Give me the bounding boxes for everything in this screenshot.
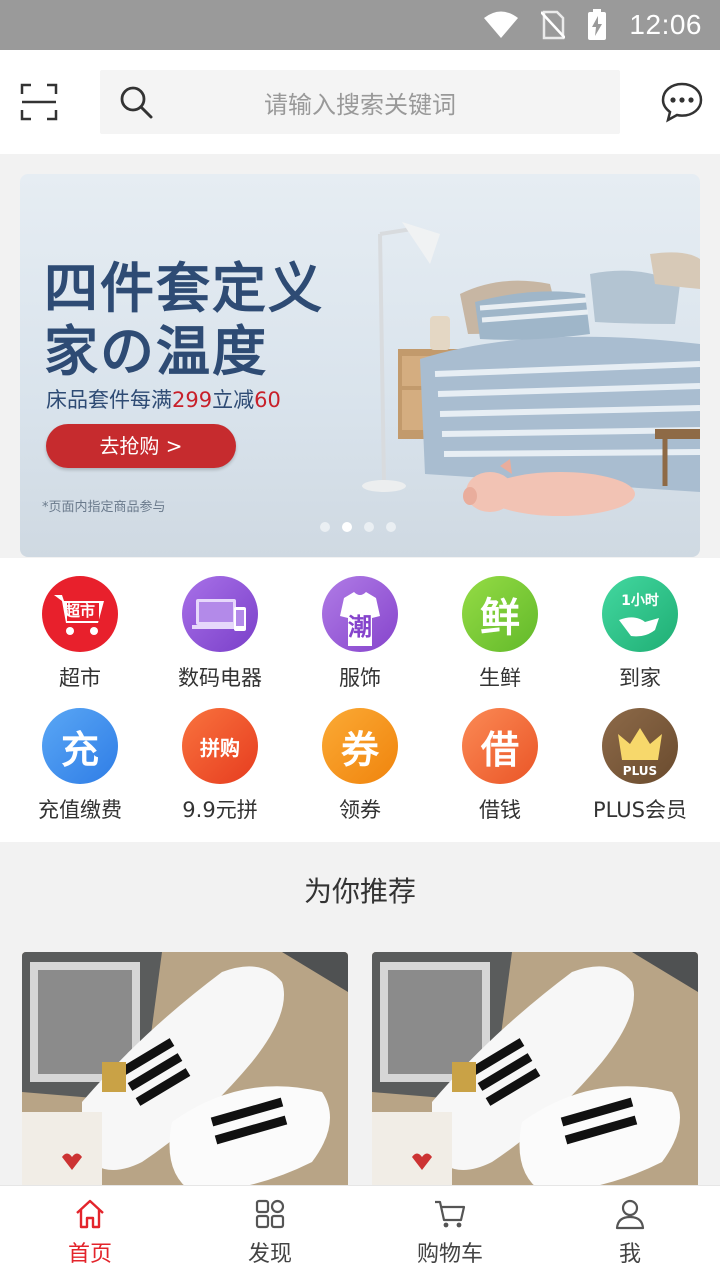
category-label: PLUS会员	[592, 798, 688, 822]
category-recharge[interactable]: 充 充值缴费	[10, 690, 150, 822]
tab-cart[interactable]: 购物车	[360, 1186, 540, 1280]
category-borrow[interactable]: 借 借钱	[430, 690, 570, 822]
discover-grid-icon	[255, 1199, 285, 1229]
section-title: 为你推荐	[303, 875, 416, 908]
coupon-icon: 券	[322, 708, 398, 784]
category-digital[interactable]: 数码电器	[150, 558, 290, 690]
category-coupon[interactable]: 券 领券	[290, 690, 430, 822]
category-label: 借钱	[479, 798, 521, 822]
category-label: 9.9元拼	[182, 798, 258, 822]
tab-label: 购物车	[416, 1242, 483, 1267]
category-label: 生鲜	[479, 666, 521, 690]
fresh-food-icon: 鲜	[462, 576, 538, 652]
category-label: 到家	[619, 666, 661, 690]
carousel-dot[interactable]	[320, 522, 330, 532]
carousel-indicator	[320, 522, 396, 532]
category-label: 领券	[339, 798, 381, 822]
message-icon[interactable]	[660, 80, 704, 124]
tab-label: 首页	[67, 1242, 112, 1267]
search-placeholder: 请输入搜索关键词	[264, 90, 456, 119]
search-icon	[120, 86, 153, 119]
banner-section: 四件套定义 家の温度 床品套件每满299立减60 去抢购 > *页面内指定商品参…	[0, 154, 720, 558]
no-sim-icon	[541, 10, 566, 40]
carousel-dot[interactable]	[364, 522, 374, 532]
category-label: 数码电器	[178, 666, 262, 690]
status-time: 12:06	[629, 9, 702, 40]
supermarket-cart-icon: 超市	[42, 576, 118, 652]
promo-banner[interactable]: 四件套定义 家の温度 床品套件每满299立减60 去抢购 > *页面内指定商品参…	[20, 174, 700, 557]
bedroom-illustration	[362, 222, 700, 516]
category-supermarket[interactable]: 超市 超市	[10, 558, 150, 690]
product-image	[372, 952, 698, 1192]
category-plus[interactable]: PLUS PLUS会员	[570, 690, 710, 822]
category-group-buy[interactable]: 拼购 9.9元拼	[150, 690, 290, 822]
category-fresh[interactable]: 鲜 生鲜	[430, 558, 570, 690]
carousel-dot-active[interactable]	[342, 522, 352, 532]
product-card[interactable]	[372, 952, 698, 1192]
carousel-dot[interactable]	[386, 522, 396, 532]
bottom-tab-bar: 首页 发现 购物车 我	[0, 1185, 720, 1280]
category-delivery[interactable]: 1小时 到家	[570, 558, 710, 690]
tab-home[interactable]: 首页	[0, 1186, 180, 1280]
delivery-icon: 1小时	[602, 576, 678, 652]
tab-profile[interactable]: 我	[540, 1186, 720, 1280]
product-image	[22, 952, 348, 1192]
borrow-money-icon: 借	[462, 708, 538, 784]
wifi-icon	[484, 11, 519, 38]
category-grid: 超市 超市 数码电器 潮 服饰 鲜 生鲜 1小时 到家 充 充值缴费 拼购 9.…	[0, 558, 720, 842]
search-header: 请输入搜索关键词	[0, 50, 720, 154]
category-label: 超市	[59, 666, 101, 690]
category-label: 服饰	[339, 666, 381, 690]
recharge-icon: 充	[42, 708, 118, 784]
search-input[interactable]: 请输入搜索关键词	[100, 70, 620, 134]
scan-icon[interactable]	[20, 83, 58, 121]
profile-icon	[615, 1199, 645, 1230]
banner-subtitle: 床品套件每满299立减60	[46, 388, 281, 412]
product-card[interactable]	[22, 952, 348, 1192]
status-bar: 12:06	[0, 0, 720, 50]
tab-discover[interactable]: 发现	[180, 1186, 360, 1280]
tab-label: 发现	[247, 1242, 292, 1267]
cart-icon	[435, 1200, 466, 1228]
plus-member-crown-icon: PLUS	[602, 708, 678, 784]
category-clothing[interactable]: 潮 服饰	[290, 558, 430, 690]
banner-title-line2: 家の温度	[44, 320, 268, 383]
home-icon	[76, 1199, 104, 1229]
banner-footnote: *页面内指定商品参与	[42, 500, 166, 515]
category-label: 充值缴费	[38, 798, 122, 822]
battery-charging-icon	[588, 9, 607, 40]
computer-phone-icon	[182, 576, 258, 652]
group-buy-icon: 拼购	[182, 708, 258, 784]
tab-label: 我	[618, 1242, 641, 1267]
clothing-icon: 潮	[322, 576, 398, 652]
grab-now-button[interactable]: 去抢购 >	[46, 424, 236, 468]
banner-title-line1: 四件套定义	[44, 257, 324, 320]
